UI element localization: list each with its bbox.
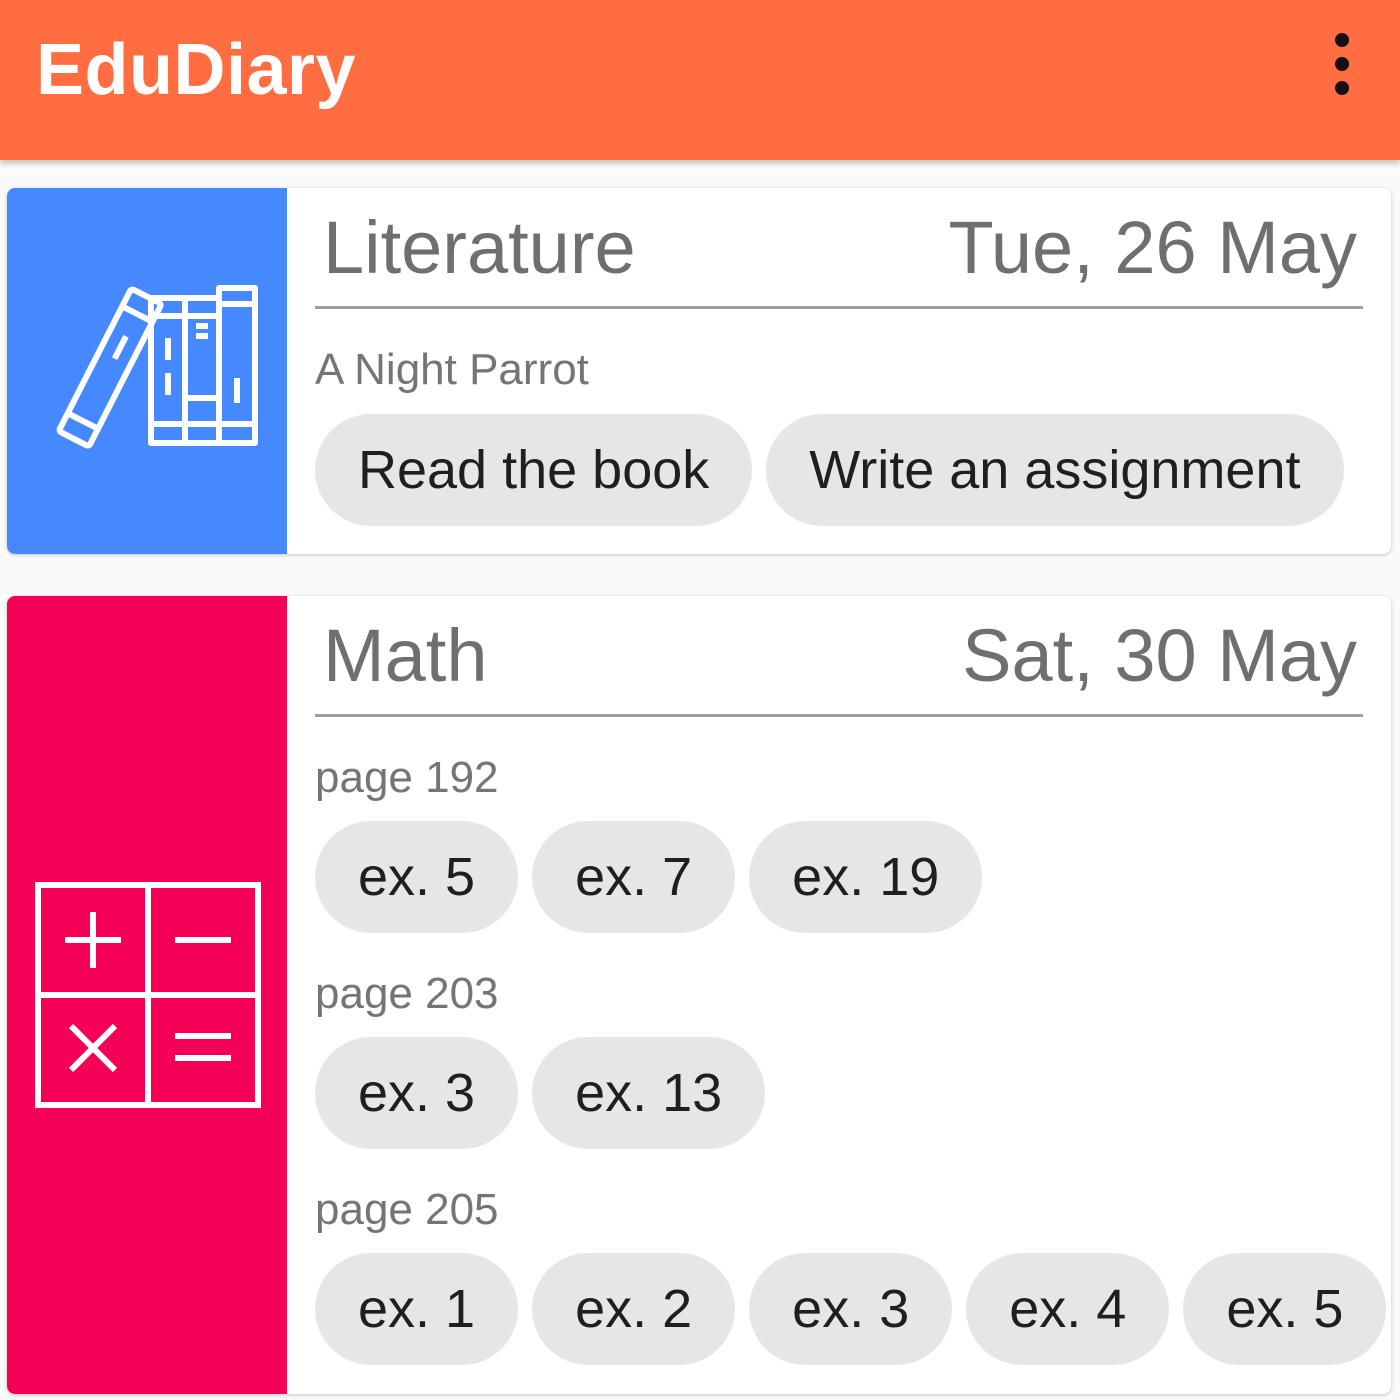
section-label: page 192 — [315, 753, 499, 802]
exercise-chip[interactable]: ex. 2 — [532, 1253, 736, 1365]
exercise-chip[interactable]: ex. 3 — [749, 1253, 953, 1365]
task-chip[interactable]: Write an assignment — [766, 414, 1344, 526]
section-label: page 203 — [315, 969, 499, 1018]
exercise-chip[interactable]: ex. 5 — [315, 821, 519, 933]
exercise-chip[interactable]: ex. 4 — [966, 1253, 1170, 1365]
subject-title: Literature — [323, 206, 636, 289]
subject-icon-panel — [7, 188, 287, 554]
exercise-chip[interactable]: ex. 7 — [532, 821, 736, 933]
exercise-chip[interactable]: ex. 13 — [532, 1037, 766, 1149]
chip-row: ex. 5 ex. 7 ex. 19 — [315, 821, 983, 933]
section-label: page 205 — [315, 1185, 499, 1234]
exercise-chip[interactable]: ex. 1 — [315, 1253, 519, 1365]
due-date: Sat, 30 May — [962, 614, 1357, 697]
header-divider — [315, 714, 1363, 717]
app-bar: EduDiary — [0, 0, 1400, 160]
chip-row: ex. 1 ex. 2 ex. 3 ex. 4 ex. 5 — [315, 1253, 1387, 1365]
task-chip[interactable]: Read the book — [315, 414, 753, 526]
books-icon — [56, 285, 258, 449]
subject-icon-panel — [7, 596, 287, 1394]
homework-card-math[interactable]: Math Sat, 30 May page 192 ex. 5 ex. 7 ex… — [7, 596, 1391, 1394]
chip-row: Read the book Write an assignment — [315, 414, 1344, 526]
due-date: Tue, 26 May — [948, 206, 1357, 289]
app-title: EduDiary — [36, 30, 357, 110]
chip-row: ex. 3 ex. 13 — [315, 1037, 766, 1149]
section-label: A Night Parrot — [315, 345, 589, 394]
exercise-chip[interactable]: ex. 3 — [315, 1037, 519, 1149]
subject-title: Math — [323, 614, 488, 697]
calculator-icon — [35, 882, 261, 1108]
header-divider — [315, 306, 1363, 309]
exercise-chip[interactable]: ex. 19 — [749, 821, 983, 933]
exercise-chip[interactable]: ex. 5 — [1183, 1253, 1387, 1365]
more-vert-icon[interactable] — [1316, 30, 1368, 98]
homework-card-literature[interactable]: Literature Tue, 26 May A Night Parrot Re… — [7, 188, 1391, 554]
